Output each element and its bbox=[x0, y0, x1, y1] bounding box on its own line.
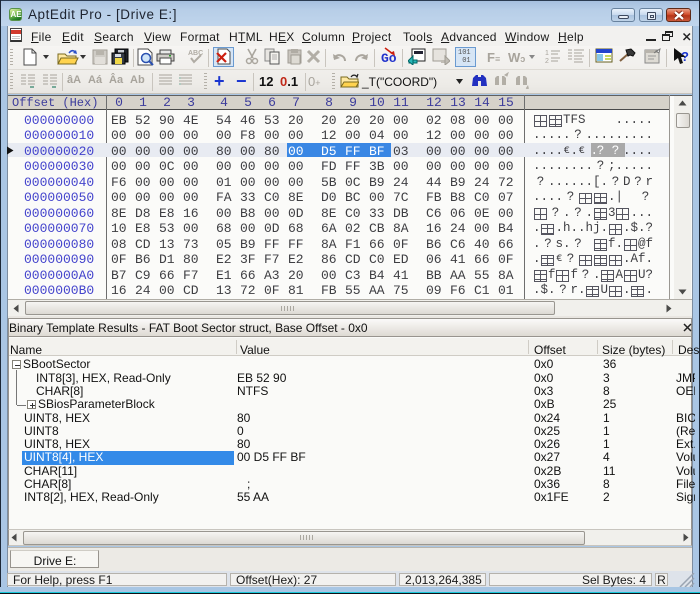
svg-text:2: 2 bbox=[545, 58, 549, 65]
svg-text:?: ? bbox=[681, 49, 689, 64]
svg-text:1: 1 bbox=[545, 50, 549, 57]
